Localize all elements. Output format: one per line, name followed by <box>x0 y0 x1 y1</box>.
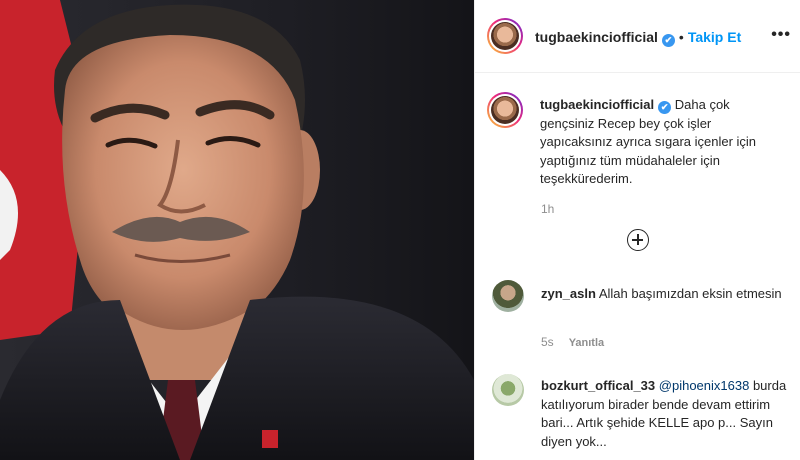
post-header: tugbaekinciofficial ✔ • Takip Et ••• <box>475 0 800 73</box>
comment-timestamp[interactable]: 5s <box>541 335 554 349</box>
comment-mention[interactable]: @pihoenix1638 <box>659 378 750 393</box>
comment-text: Allah başımızdan eksin etmesin <box>598 286 782 301</box>
avatar-image <box>491 22 519 50</box>
author-username[interactable]: tugbaekinciofficial <box>535 29 658 45</box>
caption-username[interactable]: tugbaekinciofficial <box>540 97 654 112</box>
separator-dot: • <box>678 29 684 45</box>
reply-button[interactable]: Yanıtla <box>569 337 604 349</box>
portrait-image <box>0 0 474 460</box>
comment-item: zyn_asln Allah başımızdan eksin etmesin <box>541 285 791 304</box>
post-caption: tugbaekinciofficial ✔ Daha çok gençsiniz … <box>540 96 785 189</box>
comment-username[interactable]: bozkurt_offical_33 <box>541 378 655 393</box>
author-info: tugbaekinciofficial ✔ • Takip Et <box>535 29 741 47</box>
post-side-panel: tugbaekinciofficial ✔ • Takip Et ••• tugbae… <box>474 0 800 460</box>
author-avatar[interactable] <box>487 18 523 54</box>
instagram-post-view: tugbaekinciofficial ✔ • Takip Et ••• tugbae… <box>0 0 800 460</box>
comment-avatar[interactable] <box>492 280 524 312</box>
plus-circle-icon[interactable] <box>627 229 649 251</box>
caption-author-avatar[interactable] <box>487 92 523 128</box>
comment-item: bozkurt_offical_33 @pihoenix1638 burda k… <box>541 377 791 451</box>
comments-list[interactable]: tugbaekinciofficial ✔ Daha çok gençsiniz … <box>475 74 800 460</box>
follow-button[interactable]: Takip Et <box>688 29 741 45</box>
comment-username[interactable]: zyn_asln <box>541 286 596 301</box>
post-photo[interactable] <box>0 0 474 460</box>
caption-timestamp[interactable]: 1h <box>541 202 554 216</box>
verified-badge-icon: ✔ <box>661 34 675 47</box>
comment-meta: 5s Yanıtla <box>541 335 604 349</box>
verified-badge-icon: ✔ <box>658 101 672 114</box>
comment-avatar[interactable] <box>492 374 524 406</box>
avatar-image <box>491 96 519 124</box>
more-options-icon[interactable]: ••• <box>771 26 791 44</box>
